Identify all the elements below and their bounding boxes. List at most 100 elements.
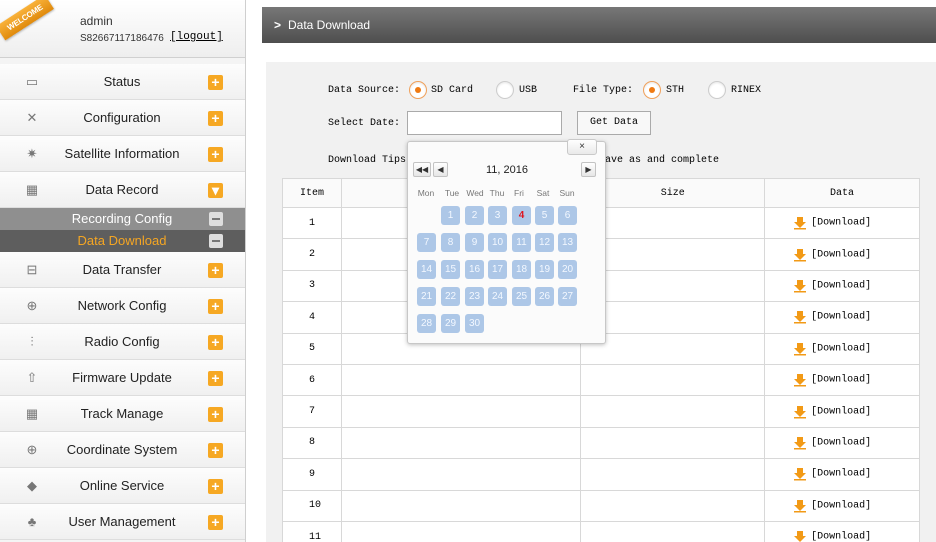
sidebar-item-data-record[interactable]: ▦ Data Record ▾ xyxy=(0,172,245,208)
expand-icon[interactable]: + xyxy=(208,75,223,90)
sidebar-item-user-management[interactable]: ♣ User Management + xyxy=(0,504,245,540)
calendar-day[interactable]: 21 xyxy=(417,287,436,306)
calendar-day[interactable]: 14 xyxy=(417,260,436,279)
calendar-day[interactable]: 3 xyxy=(488,206,507,225)
download-icon[interactable] xyxy=(793,248,807,262)
download-link[interactable]: [Download] xyxy=(811,249,871,260)
expand-icon[interactable]: + xyxy=(208,263,223,278)
download-link[interactable]: [Download] xyxy=(811,280,871,291)
sidebar-item-configuration[interactable]: ✕ Configuration + xyxy=(0,100,245,136)
expand-icon[interactable]: + xyxy=(208,335,223,350)
calendar-day[interactable]: 13 xyxy=(558,233,577,252)
calendar-day[interactable]: 17 xyxy=(488,260,507,279)
minus-icon[interactable] xyxy=(209,234,223,248)
sidebar-item-online-service[interactable]: ◆ Online Service + xyxy=(0,468,245,504)
sth-label: STH xyxy=(666,85,685,96)
calendar-day[interactable]: 30 xyxy=(465,314,484,333)
weekday-label: Wed xyxy=(466,188,484,198)
download-link[interactable]: [Download] xyxy=(811,532,871,542)
calendar-day[interactable]: 4 xyxy=(512,206,531,225)
download-icon[interactable] xyxy=(793,530,807,542)
expand-icon[interactable]: + xyxy=(208,479,223,494)
sidebar-subitem-data-download[interactable]: Data Download xyxy=(0,230,245,252)
sidebar-item-status[interactable]: ▭ Status + xyxy=(0,64,245,100)
download-link[interactable]: [Download] xyxy=(811,469,871,480)
collapse-icon[interactable]: ▾ xyxy=(208,183,223,198)
expand-icon[interactable]: + xyxy=(208,371,223,386)
weekday-label: Thu xyxy=(489,188,505,198)
size-cell xyxy=(580,520,766,542)
download-icon[interactable] xyxy=(793,499,807,513)
calendar-day[interactable]: 16 xyxy=(465,260,484,279)
prev-month-icon[interactable]: ◀ xyxy=(433,162,448,177)
download-link[interactable]: [Download] xyxy=(811,406,871,417)
calendar-day[interactable]: 24 xyxy=(488,287,507,306)
calendar-day[interactable]: 29 xyxy=(441,314,460,333)
next-month-icon[interactable]: ▶ xyxy=(581,162,596,177)
calendar-day[interactable]: 26 xyxy=(535,287,554,306)
calendar-day[interactable]: 27 xyxy=(558,287,577,306)
calendar-day[interactable]: 25 xyxy=(512,287,531,306)
calendar-day[interactable]: 28 xyxy=(417,314,436,333)
sidebar-item-radio-config[interactable]: ⫶ Radio Config + xyxy=(0,324,245,360)
calendar-day[interactable]: 8 xyxy=(441,233,460,252)
download-icon[interactable] xyxy=(793,405,807,419)
expand-icon[interactable]: + xyxy=(208,515,223,530)
chevron-right-icon: > xyxy=(274,18,282,32)
download-icon[interactable] xyxy=(793,373,807,387)
expand-icon[interactable]: + xyxy=(208,443,223,458)
calendar-day[interactable]: 19 xyxy=(535,260,554,279)
calendar-day[interactable]: 20 xyxy=(558,260,577,279)
close-calendar-button[interactable]: × xyxy=(567,139,597,155)
download-icon[interactable] xyxy=(793,279,807,293)
expand-icon[interactable]: + xyxy=(208,407,223,422)
download-link[interactable]: [Download] xyxy=(811,343,871,354)
radio-sd-card[interactable] xyxy=(409,81,427,99)
sidebar-subitem-recording-config[interactable]: Recording Config xyxy=(0,208,245,230)
radio-usb[interactable] xyxy=(496,81,514,99)
expand-icon[interactable]: + xyxy=(208,299,223,314)
expand-icon[interactable]: + xyxy=(208,147,223,162)
calendar-day[interactable]: 22 xyxy=(441,287,460,306)
download-link[interactable]: [Download] xyxy=(811,218,871,229)
minus-icon[interactable] xyxy=(209,212,223,226)
logout-link[interactable]: [logout] xyxy=(170,31,223,43)
calendar-day[interactable]: 1 xyxy=(441,206,460,225)
calendar-day[interactable]: 2 xyxy=(465,206,484,225)
download-icon[interactable] xyxy=(793,310,807,324)
date-input[interactable] xyxy=(407,111,562,135)
calendar-day[interactable]: 7 xyxy=(417,233,436,252)
calendar-day[interactable]: 10 xyxy=(488,233,507,252)
get-data-button[interactable]: Get Data xyxy=(577,111,651,135)
sidebar-item-network-config[interactable]: ⊕ Network Config + xyxy=(0,288,245,324)
sidebar-item-satellite-information[interactable]: ✷ Satellite Information + xyxy=(0,136,245,172)
download-icon[interactable] xyxy=(793,467,807,481)
radio-rinex[interactable] xyxy=(708,81,726,99)
calendar-day[interactable]: 12 xyxy=(535,233,554,252)
size-cell xyxy=(580,269,766,303)
calendar-day[interactable]: 5 xyxy=(535,206,554,225)
download-link[interactable]: [Download] xyxy=(811,437,871,448)
download-link[interactable]: [Download] xyxy=(811,500,871,511)
calendar-day[interactable]: 9 xyxy=(465,233,484,252)
download-icon[interactable] xyxy=(793,216,807,230)
sidebar-item-firmware-update[interactable]: ⇧ Firmware Update + xyxy=(0,360,245,396)
sidebar-item-coordinate-system[interactable]: ⊕ Coordinate System + xyxy=(0,432,245,468)
download-link[interactable]: [Download] xyxy=(811,375,871,386)
data-cell: [Download] xyxy=(764,395,920,428)
calendar-day[interactable]: 6 xyxy=(558,206,577,225)
sidebar-item-track-manage[interactable]: ▦ Track Manage + xyxy=(0,396,245,432)
item-cell: 4 xyxy=(282,301,342,334)
prev-year-icon[interactable]: ◀◀ xyxy=(413,162,431,177)
calendar-day[interactable]: 15 xyxy=(441,260,460,279)
download-icon[interactable] xyxy=(793,436,807,450)
radio-sth[interactable] xyxy=(643,81,661,99)
download-link[interactable]: [Download] xyxy=(811,312,871,323)
calendar-day[interactable]: 18 xyxy=(512,260,531,279)
expand-icon[interactable]: + xyxy=(208,111,223,126)
download-icon[interactable] xyxy=(793,342,807,356)
item-cell: 11 xyxy=(282,520,342,542)
calendar-day[interactable]: 23 xyxy=(465,287,484,306)
sidebar-item-data-transfer[interactable]: ⊟ Data Transfer + xyxy=(0,252,245,288)
calendar-day[interactable]: 11 xyxy=(512,233,531,252)
